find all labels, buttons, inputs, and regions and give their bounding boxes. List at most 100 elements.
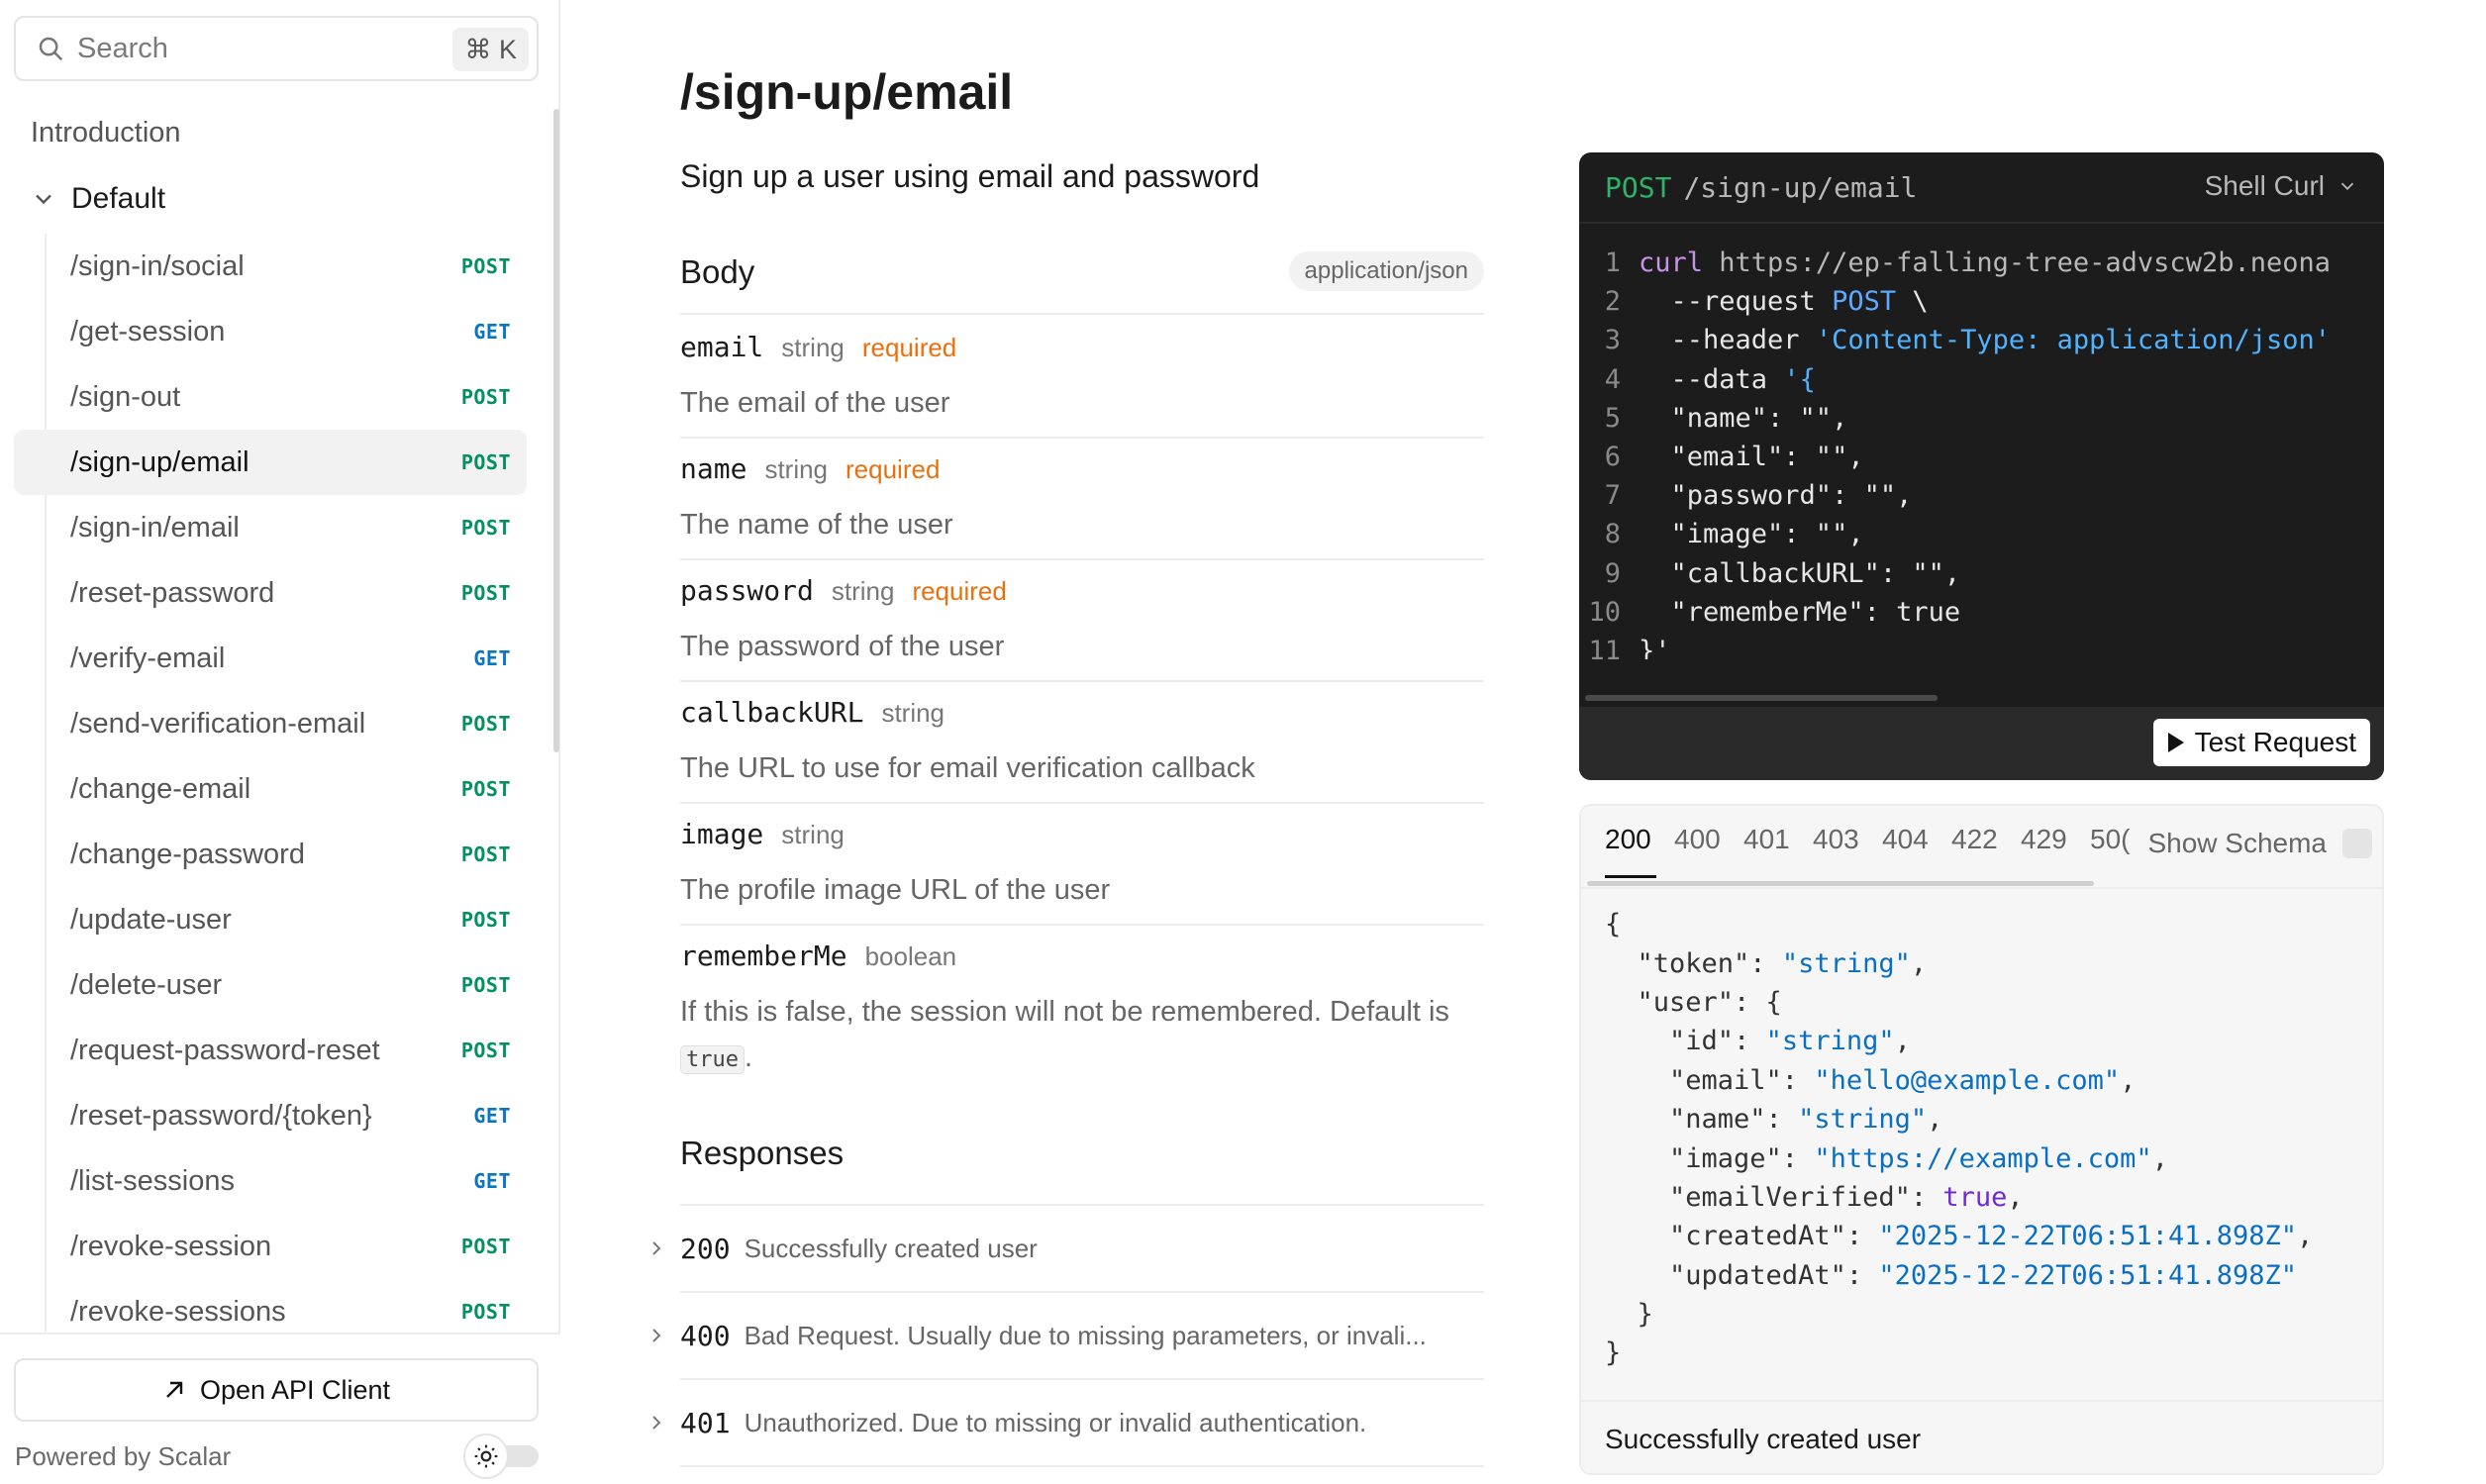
sidebar-item-sign-in-social[interactable]: /sign-in/social POST bbox=[14, 234, 527, 299]
tab-404[interactable]: 404 bbox=[1882, 824, 1929, 855]
test-request-label: Test Request bbox=[2194, 727, 2356, 757]
param-name: password bbox=[680, 574, 814, 607]
response-401[interactable]: 401 Unauthorized. Due to missing or inva… bbox=[652, 1380, 1484, 1467]
sidebar-item-label: /sign-out bbox=[70, 380, 181, 413]
request-code-block: 1 curl https://ep-falling-tree-advscw2b.n… bbox=[1579, 244, 2384, 659]
tab-400[interactable]: 400 bbox=[1674, 824, 1721, 855]
request-panel-footer: Test Request bbox=[1579, 707, 2384, 780]
show-schema-checkbox[interactable] bbox=[2342, 829, 2372, 858]
sidebar-item-label: /delete-user bbox=[70, 968, 223, 1001]
show-schema-label: Show Schema bbox=[2147, 828, 2327, 858]
code-horizontal-scrollbar[interactable] bbox=[1585, 695, 1938, 701]
response-200[interactable]: 200 Successfully created user bbox=[652, 1206, 1484, 1293]
sidebar-group-default[interactable]: Default bbox=[30, 182, 165, 216]
line-number: 9 bbox=[1604, 557, 1621, 589]
sidebar-item-get-session[interactable]: /get-session GET bbox=[14, 299, 527, 364]
sidebar-item-sign-in-email[interactable]: /sign-in/email POST bbox=[14, 495, 527, 560]
tab-429[interactable]: 429 bbox=[2021, 824, 2067, 855]
sidebar-item-delete-user[interactable]: /delete-user POST bbox=[14, 952, 527, 1018]
param-type: boolean bbox=[864, 941, 957, 971]
tab-422[interactable]: 422 bbox=[1951, 824, 1998, 855]
param-description: If this is false, the session will not b… bbox=[680, 989, 1484, 1083]
param-type: string bbox=[881, 698, 945, 728]
method-badge: POST bbox=[460, 581, 511, 605]
code-token: "string" bbox=[1765, 1026, 1895, 1057]
code-token: curl bbox=[1639, 247, 1704, 279]
body-params-list: email string required The email of the use… bbox=[680, 317, 1484, 1084]
show-schema-toggle[interactable]: Show Schema bbox=[2139, 828, 2372, 859]
sidebar-item-label: /get-session bbox=[70, 315, 226, 347]
param-callbackurl: callbackURL string The URL to use for ema… bbox=[680, 682, 1484, 804]
powered-by-link[interactable]: Powered by Scalar bbox=[15, 1441, 231, 1472]
code-token: 'Content-Type: application/json' bbox=[1815, 325, 2331, 356]
sidebar-item-reset-password-token[interactable]: /reset-password/{token} GET bbox=[14, 1083, 527, 1148]
sidebar-item-revoke-session[interactable]: /revoke-session POST bbox=[14, 1214, 527, 1279]
method-badge: POST bbox=[460, 842, 511, 866]
code-token: "callbackURL": "", bbox=[1639, 557, 1961, 589]
sidebar-item-request-password-reset[interactable]: /request-password-reset POST bbox=[14, 1018, 527, 1083]
play-icon bbox=[2167, 733, 2184, 752]
sidebar-item-change-password[interactable]: /change-password POST bbox=[14, 822, 527, 887]
test-request-button[interactable]: Test Request bbox=[2152, 719, 2370, 766]
sidebar-item-sign-out[interactable]: /sign-out POST bbox=[14, 364, 527, 430]
tab-403[interactable]: 403 bbox=[1813, 824, 1859, 855]
code-line: 1 curl https://ep-falling-tree-advscw2b.n… bbox=[1579, 244, 2384, 282]
tabs-scrollbar[interactable] bbox=[1587, 881, 2094, 886]
code-line: "image": "https://example.com", bbox=[1605, 1142, 2168, 1174]
code-token: "token": bbox=[1605, 947, 1782, 979]
param-description: The name of the user bbox=[680, 509, 953, 541]
response-description: Bad Request. Usually due to missing para… bbox=[744, 1320, 1427, 1350]
param-type: string bbox=[781, 820, 845, 849]
content-type-badge: application/json bbox=[1288, 251, 1484, 291]
code-line: } bbox=[1581, 1295, 2382, 1334]
sidebar-scrollbar[interactable] bbox=[553, 109, 559, 752]
response-description: Successfully created user bbox=[744, 1233, 1038, 1263]
sidebar-item-list-sessions[interactable]: /list-sessions GET bbox=[14, 1148, 527, 1214]
sidebar-item-change-email[interactable]: /change-email POST bbox=[14, 756, 527, 822]
sidebar-item-label: /revoke-sessions bbox=[70, 1295, 286, 1328]
param-type: string bbox=[831, 576, 895, 606]
param-name: email bbox=[680, 331, 764, 363]
code-token: "updatedAt": bbox=[1605, 1259, 1879, 1291]
sidebar-footer: Open API Client Powered by Scalar bbox=[0, 1333, 560, 1484]
method-badge: POST bbox=[460, 385, 511, 409]
code-token: "string" bbox=[1781, 947, 1911, 979]
line-number: 8 bbox=[1604, 519, 1621, 550]
sidebar-item-label: /sign-up/email bbox=[70, 445, 249, 478]
method-badge: POST bbox=[460, 908, 511, 932]
response-code-block: { "token": "string", "user": { "id": "st… bbox=[1581, 905, 2382, 1380]
param-image: image string The profile image URL of the… bbox=[680, 804, 1484, 926]
sidebar-item-sign-up-email[interactable]: /sign-up/email POST bbox=[14, 430, 527, 495]
code-token: "string" bbox=[1798, 1104, 1928, 1136]
language-select[interactable]: Shell Curl bbox=[2205, 170, 2358, 202]
tab-500[interactable]: 50( bbox=[2090, 824, 2130, 855]
sidebar-item-send-verification-email[interactable]: /send-verification-email POST bbox=[14, 691, 527, 756]
sidebar-item-update-user[interactable]: /update-user POST bbox=[14, 887, 527, 952]
sidebar-item-introduction[interactable]: Introduction bbox=[31, 117, 181, 149]
chevron-right-icon bbox=[652, 1241, 661, 1255]
param-name: name bbox=[680, 452, 747, 485]
search-input[interactable]: Search ⌘ K bbox=[14, 16, 539, 81]
request-path: /sign-up/email bbox=[1683, 170, 1918, 204]
response-code: 200 bbox=[680, 1232, 731, 1265]
sidebar-item-verify-email[interactable]: /verify-email GET bbox=[14, 626, 527, 691]
code-token: "image": bbox=[1605, 1142, 1815, 1174]
code-line: "createdAt": "2025-12-22T06:51:41.898Z", bbox=[1605, 1221, 2314, 1252]
sidebar-item-label: /sign-in/email bbox=[70, 511, 240, 544]
code-token: "https://example.com" bbox=[1814, 1142, 2152, 1174]
tab-401[interactable]: 401 bbox=[1743, 824, 1790, 855]
code-token: } bbox=[1605, 1299, 1653, 1331]
param-password: password string required The password of t… bbox=[680, 560, 1484, 682]
sidebar: Search ⌘ K Introduction Default /sign-in… bbox=[0, 0, 560, 1484]
dark-mode-toggle[interactable] bbox=[463, 1434, 541, 1479]
response-400[interactable]: 400 Bad Request. Usually due to missing … bbox=[652, 1293, 1484, 1380]
line-number: 10 bbox=[1588, 596, 1621, 628]
open-api-client-button[interactable]: Open API Client bbox=[14, 1358, 539, 1422]
code-token: }' bbox=[1639, 635, 1671, 659]
tab-200[interactable]: 200 bbox=[1605, 824, 1651, 855]
response-example-panel: 200 400 401 403 404 422 429 50( Show Sch… bbox=[1579, 804, 2384, 1475]
method-badge: POST bbox=[460, 1300, 511, 1324]
sidebar-item-reset-password[interactable]: /reset-password POST bbox=[14, 560, 527, 626]
code-line: { bbox=[1581, 905, 2382, 943]
search-icon bbox=[39, 37, 63, 61]
